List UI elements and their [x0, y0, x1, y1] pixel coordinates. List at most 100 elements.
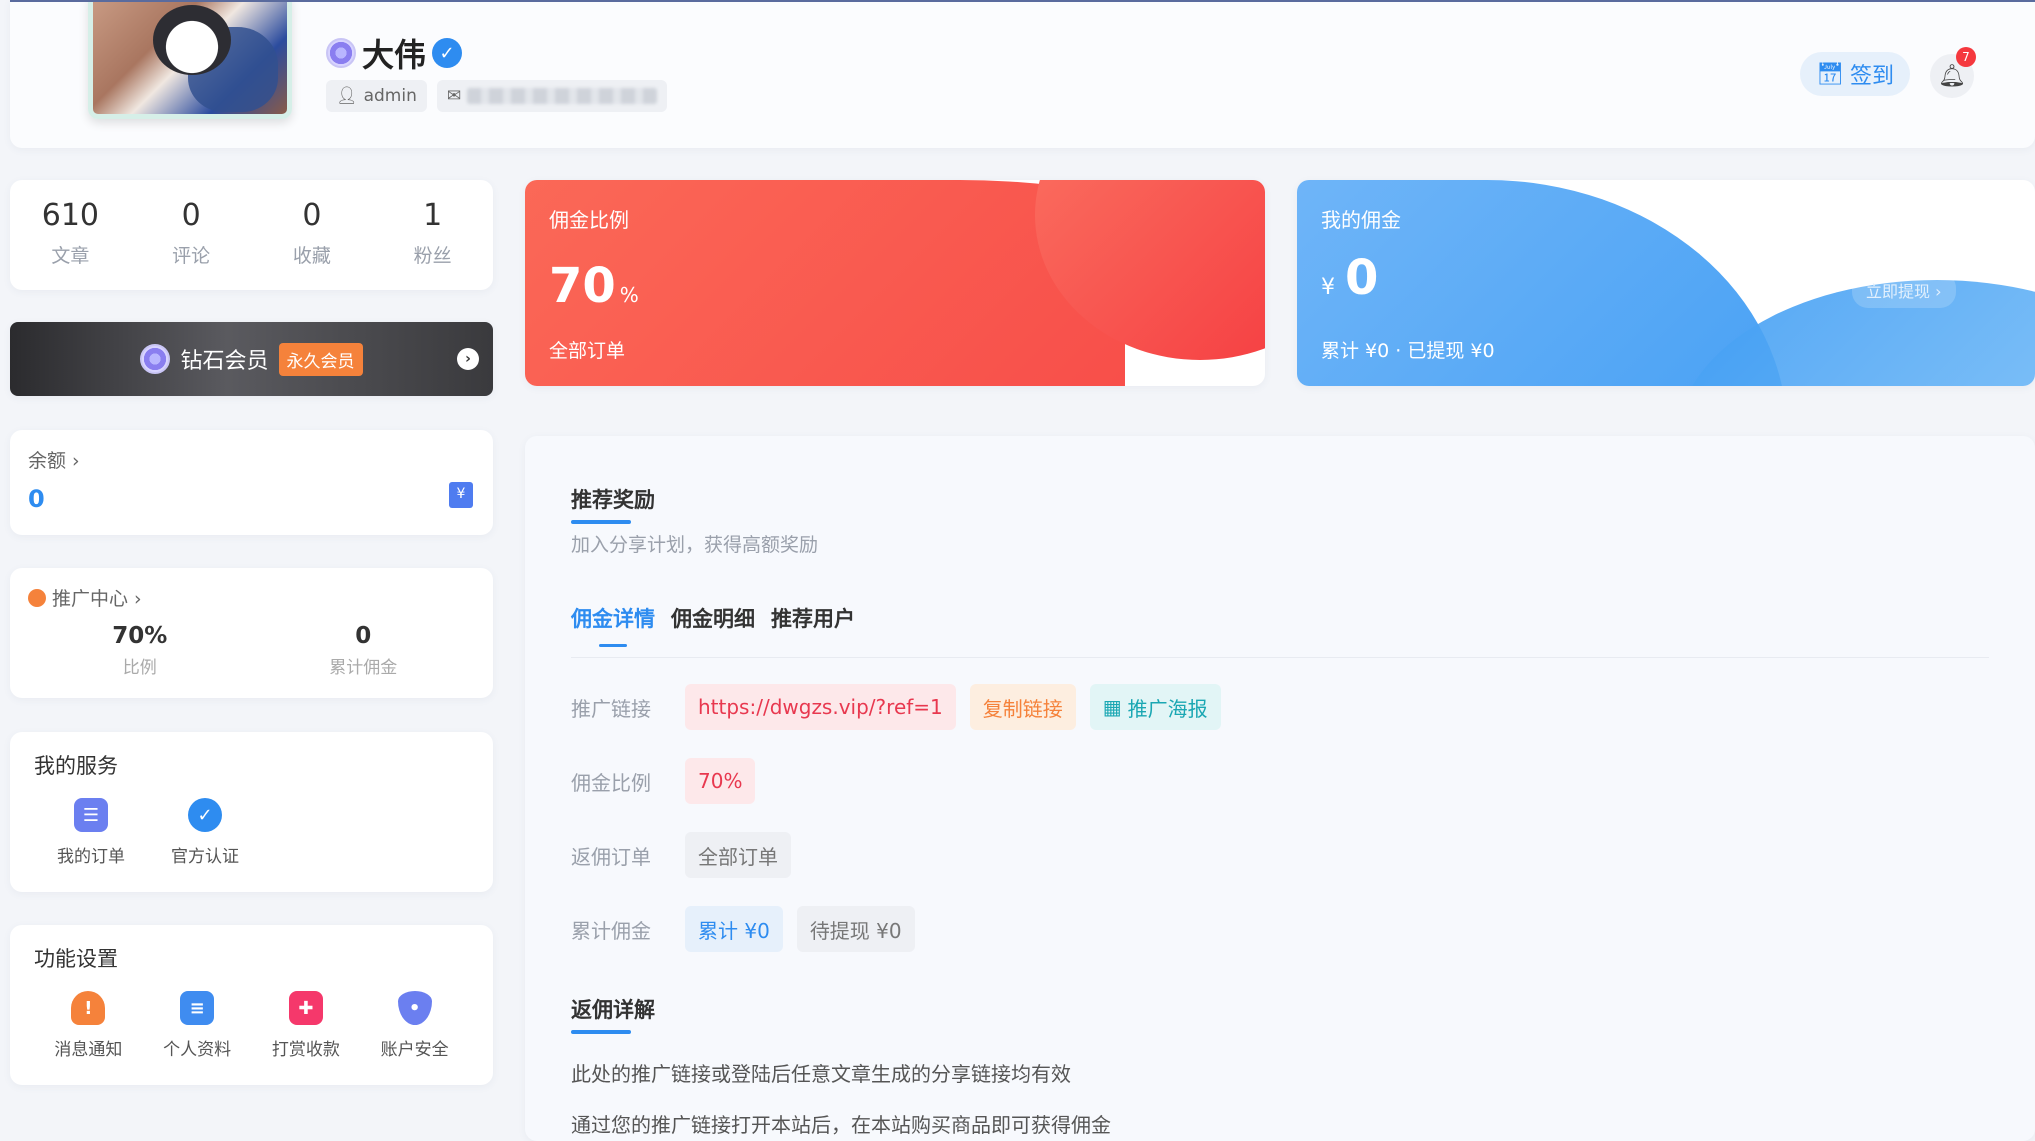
rate-card-footer: 全部订单 [549, 340, 626, 362]
diamond-icon [140, 344, 171, 374]
rate-badge: 70% [685, 758, 756, 804]
setting-profile[interactable]: ≡ 个人资料 [143, 991, 252, 1060]
username: admin [363, 86, 417, 106]
avatar[interactable] [88, 2, 292, 119]
email-blurred [467, 88, 658, 104]
stat-articles[interactable]: 610 文章 [10, 180, 131, 290]
rate-card-title: 佣金比例 [549, 208, 629, 232]
verified-icon: ✓ [432, 38, 463, 68]
balance-value: 0 [28, 485, 45, 513]
email-chip: ✉ [436, 80, 668, 112]
avatar-cat [153, 5, 231, 75]
stat-value: 610 [41, 198, 99, 233]
tab-bar: 佣金详情 佣金明细 推荐用户 [571, 603, 1989, 647]
balance-card[interactable]: 余额 › 0 ¥ [10, 430, 493, 535]
service-verification[interactable]: ✓ 官方认证 [148, 798, 262, 867]
name-row: 大伟 ✓ [326, 30, 463, 76]
tab-label: 佣金详情 [571, 607, 655, 631]
setting-security[interactable]: • 账户安全 [360, 991, 469, 1060]
wallet-icon: ¥ [449, 482, 473, 508]
section-subtitle: 加入分享计划，获得高额奖励 [571, 534, 819, 556]
verified-icon: ✓ [188, 798, 222, 832]
currency-symbol: ¥ [1321, 275, 1335, 300]
promo-rate-value: 70% [112, 623, 168, 649]
promo-total-value: 0 [355, 623, 372, 649]
service-my-orders[interactable]: ☰ 我的订单 [34, 798, 148, 867]
stat-label: 收藏 [292, 245, 331, 267]
poster-button[interactable]: ▦ 推广海报 [1089, 684, 1221, 730]
commission-card-title: 我的佣金 [1321, 208, 1401, 232]
row-rate: 佣金比例 70% [571, 756, 1989, 806]
rate-card-unit: % [619, 283, 639, 307]
services-card: 我的服务 ☰ 我的订单 ✓ 官方认证 [10, 732, 493, 892]
vip-title: 钻石会员 [180, 349, 269, 374]
rate-card-value: 70 [549, 258, 616, 314]
meta-row: 👤︎ admin ✉ [326, 80, 668, 112]
row-key: 佣金比例 [571, 770, 651, 795]
checkin-button[interactable]: 📅︎ 签到 [1800, 52, 1910, 96]
user-name: 大伟 [362, 36, 427, 74]
commission-card-value-wrap: ¥0 [1321, 250, 1378, 306]
promo-center-card[interactable]: 推广中心 › 70% 比例 0 累计佣金 [10, 568, 493, 698]
stat-value: 1 [423, 198, 443, 233]
vip-bar[interactable]: 钻石会员 永久会员 › [10, 322, 493, 396]
tab-commission-details[interactable]: 佣金详情 [571, 603, 655, 647]
promo-rate-label: 比例 [122, 658, 157, 678]
qrcode-icon: ▦ [1102, 695, 1122, 719]
row-orders: 返佣订单 全部订单 [571, 830, 1989, 880]
settings-title: 功能设置 [34, 947, 118, 971]
total-badge: 累计 ¥0 [685, 906, 783, 952]
row-key: 累计佣金 [571, 918, 651, 943]
stat-label: 评论 [172, 245, 211, 267]
settings-card: 功能设置 ! 消息通知 ≡ 个人资料 ✚ 打赏收款 • 账户安全 [10, 925, 493, 1085]
setting-tips[interactable]: ✚ 打赏收款 [252, 991, 361, 1060]
row-link: 推广链接 https://dwgzs.vip/?ref=1 复制链接 ▦ 推广海报 [571, 682, 1989, 732]
profile-header: 大伟 ✓ 👤︎ admin ✉ 📅︎ 签到 🔔︎ 7 [10, 0, 2035, 148]
mail-icon: ✉ [446, 86, 462, 106]
user-icon: 👤︎ [336, 86, 358, 106]
stat-label: 文章 [51, 245, 90, 267]
stat-value: 0 [302, 198, 322, 233]
withdraw-button[interactable]: 立即提现 › [1852, 272, 1956, 308]
money-bag-icon [28, 588, 46, 607]
my-commission-card: 我的佣金 ¥0 累计 ¥0 · 已提现 ¥0 立即提现 › [1297, 180, 2035, 386]
vip-tag: 永久会员 [278, 342, 363, 376]
title-underline [571, 1030, 631, 1034]
gift-icon: ✚ [288, 991, 323, 1025]
setting-label: 消息通知 [54, 1040, 123, 1060]
notification-badge: 7 [1956, 47, 1976, 67]
detail-line: 此处的推广链接或登陆后任意文章生成的分享链接均有效 [571, 1062, 1071, 1086]
section-title: 推荐奖励 [571, 488, 655, 512]
copy-link-button[interactable]: 复制链接 [969, 684, 1076, 730]
tab-referred-users[interactable]: 推荐用户 [771, 603, 855, 633]
commission-rate-card: 佣金比例 70% 全部订单 [525, 180, 1265, 386]
stat-followers[interactable]: 1 粉丝 [372, 180, 493, 290]
commission-card-value: 0 [1345, 250, 1379, 306]
profile-icon: ≡ [180, 991, 215, 1025]
poster-label: 推广海报 [1127, 696, 1208, 721]
promo-total-label: 累计佣金 [329, 658, 398, 678]
shield-icon: • [397, 991, 432, 1025]
tab-commission-log[interactable]: 佣金明细 [671, 603, 755, 633]
chevron-right-icon[interactable]: › [457, 348, 479, 370]
services-title: 我的服务 [34, 754, 118, 778]
setting-notifications[interactable]: ! 消息通知 [34, 991, 143, 1060]
diamond-badge-icon [326, 38, 356, 68]
orders-badge: 全部订单 [685, 832, 791, 878]
stat-favorites[interactable]: 0 收藏 [252, 180, 373, 290]
detail-title: 返佣详解 [571, 998, 655, 1022]
order-icon: ☰ [74, 798, 108, 832]
stat-value: 0 [181, 198, 201, 233]
promo-label: 推广中心 › [52, 588, 142, 610]
setting-label: 个人资料 [163, 1040, 232, 1060]
stat-comments[interactable]: 0 评论 [131, 180, 252, 290]
bell-icon: 🔔︎ [1938, 63, 1966, 89]
row-key: 推广链接 [571, 696, 651, 721]
row-total: 累计佣金 累计 ¥0 待提现 ¥0 [571, 904, 1989, 954]
calendar-icon: 📅︎ [1816, 61, 1844, 87]
title-underline [571, 520, 631, 524]
row-key: 返佣订单 [571, 844, 651, 869]
referral-link[interactable]: https://dwgzs.vip/?ref=1 [685, 684, 956, 730]
detail-line: 通过您的推广链接打开本站后，在本站购买商品即可获得佣金 [571, 1113, 1111, 1137]
promo-header: 推广中心 › [28, 584, 475, 611]
